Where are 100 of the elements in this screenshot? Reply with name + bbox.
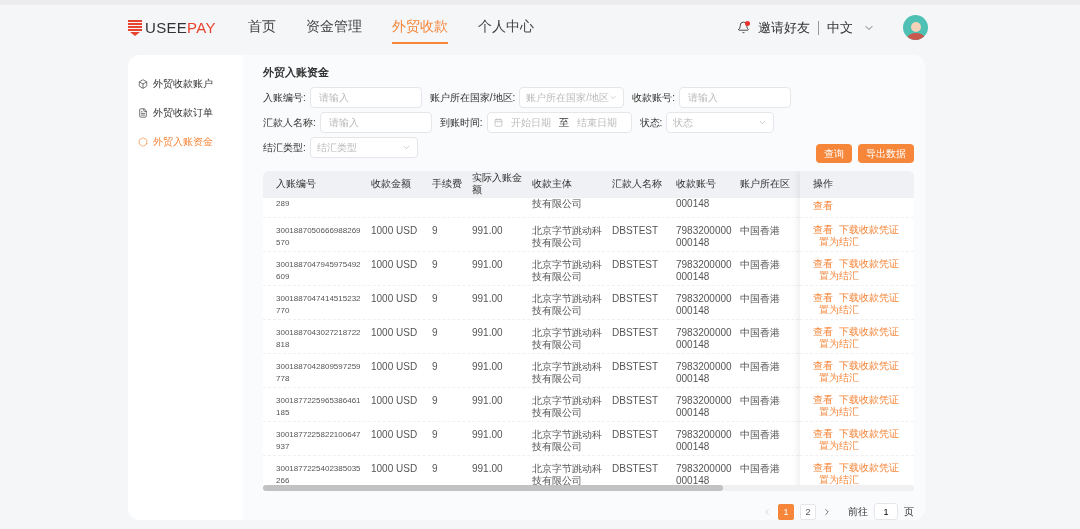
select-field[interactable]: 账户所在国家/地区 <box>519 87 625 108</box>
table-cell: 7983200000000148 <box>676 429 732 452</box>
table-cell: DBSTEST <box>612 259 659 270</box>
action-link[interactable]: 查看 <box>813 462 833 474</box>
page-suffix: 页 <box>904 504 914 519</box>
table-cell: 中国香港 <box>740 259 780 270</box>
logo-stripes-icon <box>128 19 142 36</box>
column-header: 收款金额 <box>370 178 412 190</box>
action-link[interactable]: 下载收款凭证 <box>839 360 899 372</box>
table-cell: 3001877225965386461185 <box>276 396 361 417</box>
action-link[interactable]: 置为结汇 <box>819 270 859 282</box>
table-cell: 3001877225822100647937 <box>276 430 361 451</box>
table-cell: 7983200000000148 <box>676 463 732 486</box>
filter-label: 收款账号: <box>632 90 676 105</box>
table-cell: 9 <box>432 293 438 304</box>
table-cell: 9 <box>432 259 438 270</box>
column-header: 汇款人名称 <box>611 178 663 190</box>
action-link[interactable]: 下载收款凭证 <box>839 462 899 474</box>
invite-link[interactable]: 邀请好友 <box>758 18 810 37</box>
select-field[interactable]: 状态 <box>666 112 775 133</box>
table-cell: 北京字节跳动科技有限公司 <box>532 327 602 350</box>
action-link[interactable]: 查看 <box>813 224 833 236</box>
chevron-down-icon <box>401 143 411 152</box>
page-button[interactable]: 2 <box>800 503 816 520</box>
table-cell: 7983200000000148 <box>676 395 732 418</box>
next-page-icon[interactable] <box>822 506 832 517</box>
action-link[interactable]: 置为结汇 <box>819 406 859 418</box>
action-link[interactable]: 下载收款凭证 <box>839 258 899 270</box>
text-field[interactable]: 请输入 <box>309 87 422 108</box>
filter-label: 账户所在国家/地区: <box>429 90 516 105</box>
action-link[interactable]: 查看 <box>813 258 833 270</box>
text-field[interactable]: 请输入 <box>679 87 792 108</box>
goto-label: 前往 <box>848 504 868 519</box>
page-title: 外贸入账资金 <box>263 65 330 80</box>
text-field[interactable]: 请输入 <box>319 112 432 133</box>
action-link[interactable]: 置为结汇 <box>819 372 859 384</box>
page-button[interactable]: 1 <box>778 503 794 520</box>
table-cell: 9 <box>432 463 438 474</box>
sidebar-item[interactable]: 外贸入账资金 <box>138 133 243 150</box>
action-link[interactable]: 查看 <box>813 200 833 212</box>
action-link[interactable]: 置为结汇 <box>819 338 859 350</box>
action-link[interactable]: 查看 <box>813 428 833 440</box>
table-cell: 991.00 <box>472 463 503 474</box>
action-link[interactable]: 查看 <box>813 360 833 372</box>
column-header: 收款主体 <box>531 178 573 190</box>
table-cell: DBSTEST <box>612 429 659 440</box>
action-link[interactable]: 下载收款凭证 <box>839 326 899 338</box>
table-cell: 1000 USD <box>371 361 418 372</box>
sidebar-item[interactable]: 外贸收款订单 <box>138 104 243 121</box>
action-link[interactable]: 下载收款凭证 <box>839 428 899 440</box>
table-cell: 中国香港 <box>740 429 780 440</box>
export-button[interactable]: 导出数据 <box>858 144 914 163</box>
table-cell: DBSTEST <box>612 225 659 236</box>
table-cell: 991.00 <box>472 225 503 236</box>
action-link[interactable]: 置为结汇 <box>819 236 859 248</box>
table-cell: 7983200000000148 <box>676 361 732 384</box>
language-select[interactable]: 中文 <box>827 18 875 37</box>
nav-tab[interactable]: 首页 <box>247 11 276 44</box>
action-link[interactable]: 下载收款凭证 <box>839 292 899 304</box>
table-cell: 中国香港 <box>740 395 780 406</box>
table-cell: 3001877225402385035266 <box>276 464 361 485</box>
nav-tab[interactable]: 外贸收款 <box>391 11 448 44</box>
table-cell: 3001887047945975492609 <box>276 260 361 281</box>
chevron-down-icon <box>609 93 618 102</box>
horizontal-scrollbar[interactable] <box>263 485 914 491</box>
action-link[interactable]: 下载收款凭证 <box>839 224 899 236</box>
table-cell: 北京字节跳动科技有限公司 <box>532 293 602 316</box>
chevron-down-icon <box>758 118 768 127</box>
table-cell: DBSTEST <box>612 463 659 474</box>
logo-wordmark: USEEPAY <box>145 19 216 36</box>
cube-icon <box>138 78 148 89</box>
table-cell: 中国香港 <box>740 293 780 304</box>
action-link[interactable]: 查看 <box>813 326 833 338</box>
action-link[interactable]: 查看 <box>813 394 833 406</box>
search-button[interactable]: 查询 <box>816 144 852 163</box>
nav-tab[interactable]: 个人中心 <box>477 11 534 44</box>
table-cell: 中国香港 <box>740 361 780 372</box>
column-header: 入账编号 <box>275 178 317 190</box>
avatar[interactable] <box>903 15 928 40</box>
action-link[interactable]: 置为结汇 <box>819 474 859 486</box>
table-cell: 7983200000000148 <box>676 225 732 248</box>
column-header: 手续费 <box>431 178 463 190</box>
table-cell: 9 <box>432 361 438 372</box>
action-link[interactable]: 查看 <box>813 292 833 304</box>
sidebar-item[interactable]: 外贸收款账户 <box>138 75 243 92</box>
action-link[interactable]: 下载收款凭证 <box>839 394 899 406</box>
bell-icon[interactable] <box>737 21 750 34</box>
page-number-field[interactable]: 1 <box>874 503 898 520</box>
filter-label: 汇款人名称: <box>263 115 316 130</box>
table-cell: 北京字节跳动科技有限公司 <box>532 463 602 486</box>
table-cell: 7983200000000148 <box>676 327 732 350</box>
nav-tab[interactable]: 资金管理 <box>305 11 362 44</box>
hexagon-icon <box>138 136 148 147</box>
table-cell: 3001887042809597259778 <box>276 362 361 383</box>
table-cell: 991.00 <box>472 327 503 338</box>
table-cell: 9 <box>432 225 438 236</box>
column-header: 操作 <box>813 178 833 190</box>
action-link[interactable]: 置为结汇 <box>819 304 859 316</box>
action-link[interactable]: 置为结汇 <box>819 440 859 452</box>
table-cell: 991.00 <box>472 395 503 406</box>
